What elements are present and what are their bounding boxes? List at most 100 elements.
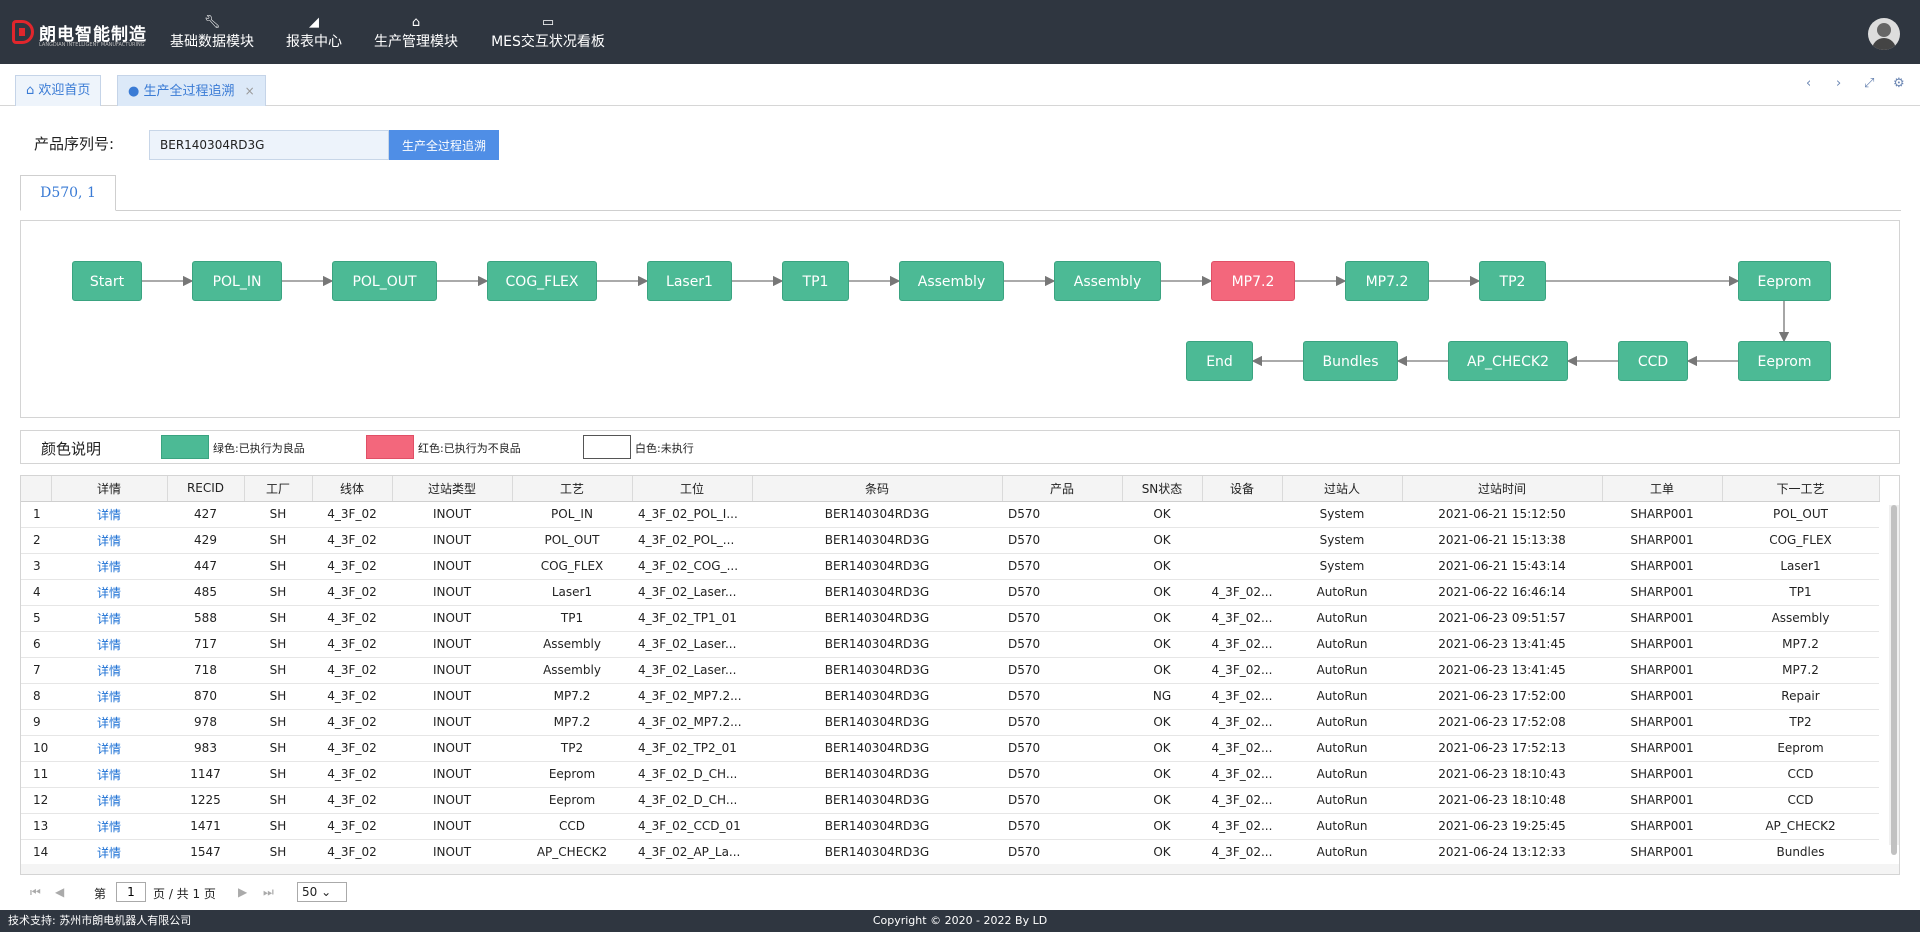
table-row[interactable]: 12 详情 1225 SH 4_3F_02 INOUT Eeprom 4_3F_02_D_CH… xyxy=(21,787,1879,814)
column-header[interactable]: 工单 xyxy=(1602,476,1723,502)
detail-link[interactable]: 详情 xyxy=(51,787,167,814)
table-row[interactable]: 14 详情 1547 SH 4_3F_02 INOUT AP_CHECK2 4_3F_02_A… xyxy=(21,839,1879,866)
column-header[interactable]: RECID xyxy=(167,476,245,502)
table-row[interactable]: 13 详情 1471 SH 4_3F_02 INOUT CCD 4_3F_02_CCD_01 B… xyxy=(21,813,1879,840)
flow-node-start[interactable]: Start xyxy=(72,261,142,301)
detail-link[interactable]: 详情 xyxy=(51,761,167,788)
table-row[interactable]: 6 详情 717 SH 4_3F_02 INOUT Assembly 4_3F_02_Lase… xyxy=(21,631,1879,658)
flow-node-eeprom-1[interactable]: Eeprom xyxy=(1738,261,1831,301)
table-row[interactable]: 9 详情 978 SH 4_3F_02 INOUT MP7.2 4_3F_02_MP7.2..… xyxy=(21,709,1879,736)
serial-number-input[interactable] xyxy=(149,130,389,160)
detail-link[interactable]: 详情 xyxy=(51,683,167,710)
table-cell: OK xyxy=(1122,553,1202,580)
table-row[interactable]: 3 详情 447 SH 4_3F_02 INOUT COG_FLEX 4_3F_02_COG_… xyxy=(21,553,1879,580)
detail-link[interactable]: 详情 xyxy=(51,605,167,632)
flow-node-tp1[interactable]: TP1 xyxy=(782,261,849,301)
table-cell: 4_3F_02_TP1_01 xyxy=(632,605,752,632)
tab-next-icon[interactable]: › xyxy=(1836,76,1841,91)
column-header[interactable]: 过站时间 xyxy=(1402,476,1603,502)
trace-button[interactable]: 生产全过程追溯 xyxy=(389,130,499,160)
column-header[interactable]: 详情 xyxy=(51,476,168,502)
table-row[interactable]: 11 详情 1147 SH 4_3F_02 INOUT Eeprom 4_3F_02_D_CH… xyxy=(21,761,1879,788)
flow-node-mp72[interactable]: MP7.2 xyxy=(1345,261,1429,301)
logo[interactable]: 朗电智能制造 LANGDIAN INTELLIGENT MANUFACTURIN… xyxy=(12,18,147,48)
flow-node-assembly-1[interactable]: Assembly xyxy=(899,261,1004,301)
column-header[interactable]: SN状态 xyxy=(1122,476,1203,502)
flow-node-pol-out[interactable]: POL_OUT xyxy=(332,261,437,301)
last-page-icon[interactable]: ⏭ xyxy=(263,885,274,900)
detail-link[interactable]: 详情 xyxy=(51,527,167,554)
column-header[interactable]: 设备 xyxy=(1202,476,1283,502)
table-row[interactable]: 2 详情 429 SH 4_3F_02 INOUT POL_OUT 4_3F_02_POL_.… xyxy=(21,527,1879,554)
nav-item-production[interactable]: ⌂ 生产管理模块 xyxy=(372,14,460,54)
fullscreen-icon[interactable]: ⤢ xyxy=(1864,76,1874,91)
table-cell: Assembly xyxy=(512,657,632,684)
table-cell: OK xyxy=(1122,787,1202,814)
flow-node-mp72-ng[interactable]: MP7.2 xyxy=(1211,261,1295,301)
table-cell: 717 xyxy=(167,631,244,658)
page-size-select[interactable]: 50 ⌄ xyxy=(297,882,347,902)
flow-node-tp2[interactable]: TP2 xyxy=(1479,261,1546,301)
tab-prev-icon[interactable]: ‹ xyxy=(1806,76,1811,91)
flow-node-assembly-2[interactable]: Assembly xyxy=(1054,261,1161,301)
vertical-scrollbar[interactable] xyxy=(1889,505,1899,855)
close-icon[interactable]: × xyxy=(245,84,255,98)
table-cell: INOUT xyxy=(392,527,512,554)
nav-item-mes-board[interactable]: ▭ MES交互状况看板 xyxy=(488,14,608,54)
flow-node-eeprom-2[interactable]: Eeprom xyxy=(1738,341,1831,381)
settings-icon[interactable]: ⚙ xyxy=(1893,76,1905,91)
column-header[interactable]: 工位 xyxy=(632,476,753,502)
detail-link[interactable]: 详情 xyxy=(51,813,167,840)
tab-welcome[interactable]: ⌂ 欢迎首页 xyxy=(15,75,102,106)
column-header[interactable]: 下一工艺 xyxy=(1722,476,1880,502)
table-cell: 4_3F_02_Laser... xyxy=(632,657,752,684)
detail-link[interactable]: 详情 xyxy=(51,839,167,866)
detail-link[interactable]: 详情 xyxy=(51,631,167,658)
nav-item-basic-data[interactable]: 🔧︎ 基础数据模块 xyxy=(168,14,256,54)
flow-node-cog-flex[interactable]: COG_FLEX xyxy=(487,261,597,301)
table-cell: SHARP001 xyxy=(1602,709,1722,736)
flow-node-laser1[interactable]: Laser1 xyxy=(647,261,732,301)
table-cell: INOUT xyxy=(392,709,512,736)
tab-d570[interactable]: D570, 1 xyxy=(20,175,116,211)
prev-page-icon[interactable]: ◀ xyxy=(55,885,64,899)
flow-node-pol-in[interactable]: POL_IN xyxy=(192,261,282,301)
area-chart-icon: ◢ xyxy=(309,15,319,30)
column-header[interactable]: 条码 xyxy=(752,476,1003,502)
flow-node-end[interactable]: End xyxy=(1186,341,1253,381)
table-row[interactable]: 4 详情 485 SH 4_3F_02 INOUT Laser1 4_3F_02_Laser.… xyxy=(21,579,1879,606)
detail-link[interactable]: 详情 xyxy=(51,501,167,528)
nav-item-reports[interactable]: ◢ 报表中心 xyxy=(283,14,345,54)
user-avatar[interactable] xyxy=(1868,18,1900,50)
horizontal-scrollbar[interactable] xyxy=(21,864,1899,874)
detail-link[interactable]: 详情 xyxy=(51,709,167,736)
detail-link[interactable]: 详情 xyxy=(51,553,167,580)
detail-link[interactable]: 详情 xyxy=(51,657,167,684)
flow-node-ap-check2[interactable]: AP_CHECK2 xyxy=(1448,341,1568,381)
detail-link[interactable]: 详情 xyxy=(51,579,167,606)
table-row[interactable]: 7 详情 718 SH 4_3F_02 INOUT Assembly 4_3F_02_Lase… xyxy=(21,657,1879,684)
scrollbar-thumb[interactable] xyxy=(1891,505,1897,855)
column-header[interactable]: 工厂 xyxy=(244,476,313,502)
table-row[interactable]: 8 详情 870 SH 4_3F_02 INOUT MP7.2 4_3F_02_MP7.2..… xyxy=(21,683,1879,710)
table-cell: 13 xyxy=(21,813,51,840)
column-header[interactable] xyxy=(21,476,52,502)
table-cell: 4_3F_02_TP2_01 xyxy=(632,735,752,762)
table-row[interactable]: 10 详情 983 SH 4_3F_02 INOUT TP2 4_3F_02_TP2_01 BE… xyxy=(21,735,1879,762)
table-row[interactable]: 5 详情 588 SH 4_3F_02 INOUT TP1 4_3F_02_TP1_01 BER… xyxy=(21,605,1879,632)
column-header[interactable]: 工艺 xyxy=(512,476,633,502)
column-header[interactable]: 产品 xyxy=(1002,476,1123,502)
column-header[interactable]: 过站人 xyxy=(1282,476,1403,502)
flow-node-ccd[interactable]: CCD xyxy=(1618,341,1688,381)
footer: 技术支持: 苏州市朗电机器人有限公司 Copyright © 2020 - 20… xyxy=(0,910,1920,932)
detail-link[interactable]: 详情 xyxy=(51,735,167,762)
first-page-icon[interactable]: ⏮ xyxy=(30,885,41,900)
table-row[interactable]: 1 详情 427 SH 4_3F_02 INOUT POL_IN 4_3F_02_POL_I.… xyxy=(21,501,1879,528)
column-header[interactable]: 过站类型 xyxy=(392,476,513,502)
tab-trace[interactable]: ● 生产全过程追溯 × xyxy=(117,75,266,106)
column-header[interactable]: 线体 xyxy=(312,476,393,502)
table-cell: CCD xyxy=(1722,761,1879,788)
page-number-input[interactable] xyxy=(116,882,146,902)
next-page-icon[interactable]: ▶ xyxy=(238,885,247,899)
flow-node-bundles[interactable]: Bundles xyxy=(1303,341,1398,381)
